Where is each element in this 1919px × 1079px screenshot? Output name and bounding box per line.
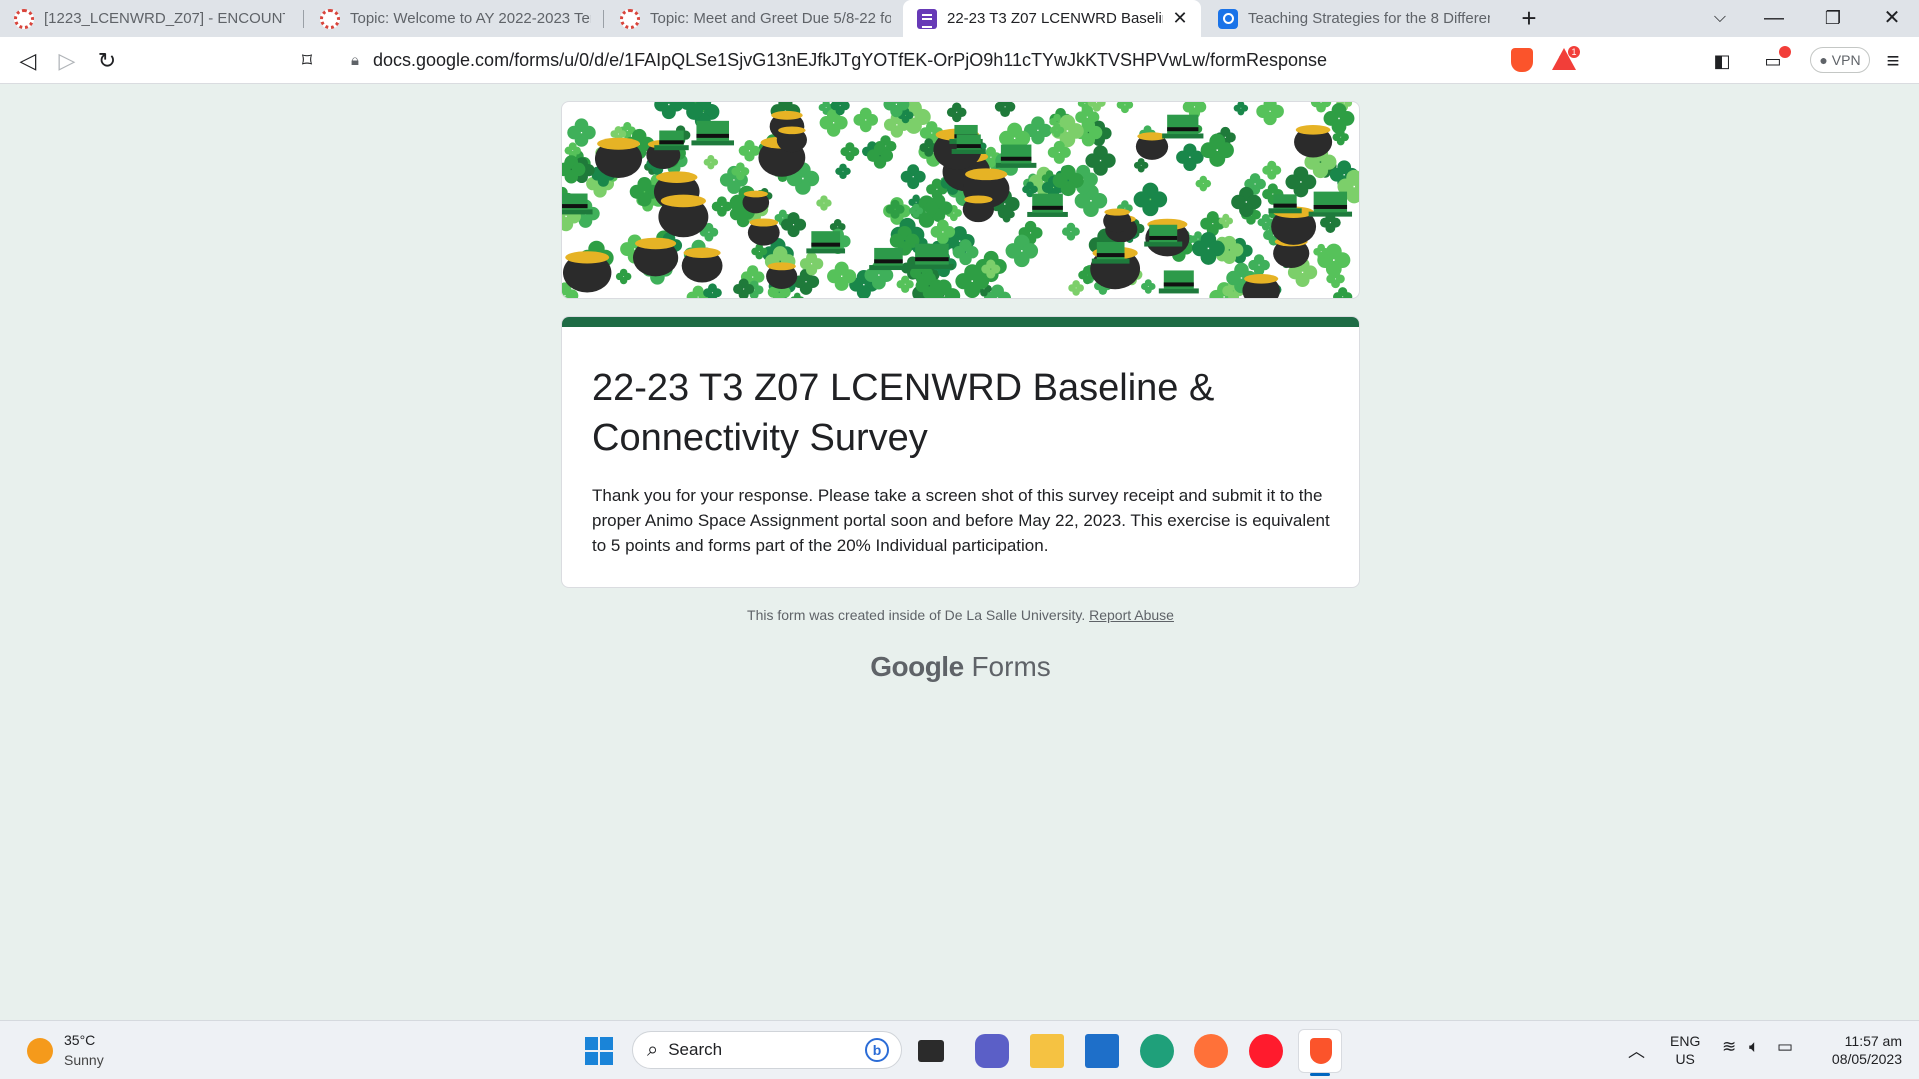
brave-icon [1310, 1038, 1332, 1064]
brave-taskbar-button[interactable] [1298, 1029, 1342, 1073]
sun-icon[interactable] [27, 1038, 53, 1064]
file-explorer-icon[interactable] [1030, 1034, 1064, 1068]
search-label: Search [668, 1040, 723, 1059]
tab-divider [303, 10, 304, 28]
tab-teaching-strategies[interactable]: Teaching Strategies for the 8 Different [1204, 0, 1502, 37]
reload-icon[interactable]: ↻ [92, 46, 122, 76]
mail-icon[interactable] [1085, 1034, 1119, 1068]
tab-title: Topic: Welcome to AY 2022-2023 Term [350, 10, 591, 27]
close-window-icon[interactable]: ✕ [1872, 4, 1912, 32]
forward-icon[interactable]: ▷ [52, 46, 82, 76]
clock-date: 08/05/2023 [1831, 1051, 1902, 1067]
vpn-button[interactable]: ● VPN [1810, 47, 1870, 73]
system-clock[interactable]: 11:57 am 08/05/2023 [1818, 1032, 1902, 1068]
active-app-indicator [1310, 1073, 1330, 1076]
teams-chat-icon[interactable] [975, 1034, 1009, 1068]
wifi-icon[interactable]: ≋ [1722, 1037, 1736, 1057]
minimize-icon[interactable]: — [1754, 4, 1794, 32]
confirmation-message: Thank you for your response. Please take… [592, 486, 1330, 555]
sidebar-icon[interactable]: ◧ [1707, 46, 1737, 76]
task-view-icon[interactable] [918, 1040, 944, 1062]
firefox-icon[interactable] [1194, 1034, 1228, 1068]
tab-title: Teaching Strategies for the 8 Different [1248, 10, 1490, 27]
address-bar[interactable]: 🔒︎ docs.google.com/forms/u/0/d/e/1FAIpQL… [333, 43, 1589, 78]
google-forms-logo[interactable]: Google Forms [561, 651, 1360, 683]
show-hidden-icons-chevron-icon[interactable]: ︿ [1628, 1037, 1645, 1062]
tab-search-chevron-icon[interactable]: ⌵ [1700, 4, 1740, 32]
tab-divider [603, 10, 604, 28]
lock-icon: 🔒︎ [351, 52, 359, 69]
battery-icon[interactable]: ▭ [1777, 1037, 1793, 1057]
bookmark-icon[interactable]: ⌑ [292, 46, 322, 76]
search-icon: ⌕ [647, 1038, 659, 1061]
weather-condition[interactable]: Sunny [64, 1052, 104, 1068]
clock-time: 11:57 am [1844, 1033, 1902, 1049]
tab-welcome[interactable]: Topic: Welcome to AY 2022-2023 Term [306, 0, 603, 37]
dlsu-icon [620, 8, 640, 29]
report-abuse-link[interactable]: Report Abuse [1089, 607, 1174, 623]
weather-temperature[interactable]: 35°C [64, 1032, 95, 1048]
language-code: ENG [1670, 1033, 1701, 1049]
theme-color-bar [562, 317, 1359, 327]
shamrock-pattern-image [562, 102, 1359, 298]
opera-icon[interactable] [1249, 1034, 1283, 1068]
form-header-image [561, 101, 1360, 299]
new-tab-button[interactable]: + [1514, 4, 1544, 34]
browser-tab-strip: [1223_LCENWRD_Z07] - ENCOUNTERI Topic: W… [0, 0, 1919, 37]
wallet-notification-dot [1779, 46, 1791, 58]
dlsu-icon [320, 8, 340, 29]
tab-encountering[interactable]: [1223_LCENWRD_Z07] - ENCOUNTERI [0, 0, 297, 37]
close-tab-icon[interactable]: ✕ [1171, 8, 1189, 29]
form-confirmation-card: 22-23 T3 Z07 LCENWRD Baseline & Connecti… [561, 316, 1360, 588]
edge-icon[interactable] [1140, 1034, 1174, 1068]
back-icon[interactable]: ◁ [13, 46, 43, 76]
tab-title: [1223_LCENWRD_Z07] - ENCOUNTERI [44, 10, 285, 27]
windows-taskbar: 35°C Sunny ⌕ Search b ︿ ENG US ≋ 🔈︎ ▭ 11… [0, 1020, 1919, 1079]
logo-forms-text: Forms [971, 651, 1051, 682]
volume-icon[interactable]: 🔈︎ [1749, 1037, 1759, 1057]
form-footer: This form was created inside of De La Sa… [561, 607, 1360, 623]
dlsu-icon [14, 8, 34, 29]
url-text[interactable]: docs.google.com/forms/u/0/d/e/1FAIpQLSe1… [373, 50, 1556, 71]
keyboard-region: US [1675, 1051, 1695, 1067]
tab-baseline-survey[interactable]: 22-23 T3 Z07 LCENWRD Baseline ✕ [903, 0, 1201, 37]
tab-title: 22-23 T3 Z07 LCENWRD Baseline [947, 10, 1163, 27]
rewards-badge: 1 [1568, 46, 1580, 58]
form-title: 22-23 T3 Z07 LCENWRD Baseline & Connecti… [592, 367, 1215, 459]
logo-google-text: Google [870, 651, 964, 682]
windows-start-icon[interactable] [585, 1037, 613, 1065]
brave-shields-icon[interactable] [1511, 48, 1533, 72]
tab-meet-and-greet[interactable]: Topic: Meet and Greet Due 5/8-22 for [606, 0, 903, 37]
taskbar-search[interactable]: ⌕ Search b [632, 1031, 902, 1069]
restore-icon[interactable]: ❐ [1813, 4, 1853, 32]
browser-toolbar: ◁ ▷ ↻ ⌑ 🔒︎ docs.google.com/forms/u/0/d/e… [0, 37, 1919, 84]
quizlet-icon [1218, 8, 1238, 29]
menu-icon[interactable]: ≡ [1878, 46, 1908, 76]
vpn-label: VPN [1831, 52, 1861, 68]
language-indicator[interactable]: ENG US [1670, 1032, 1700, 1068]
bing-icon[interactable]: b [865, 1038, 889, 1062]
form-origin-text: This form was created inside of De La Sa… [747, 607, 1086, 623]
google-forms-icon [917, 8, 937, 29]
tab-title: Topic: Meet and Greet Due 5/8-22 for [650, 10, 891, 27]
